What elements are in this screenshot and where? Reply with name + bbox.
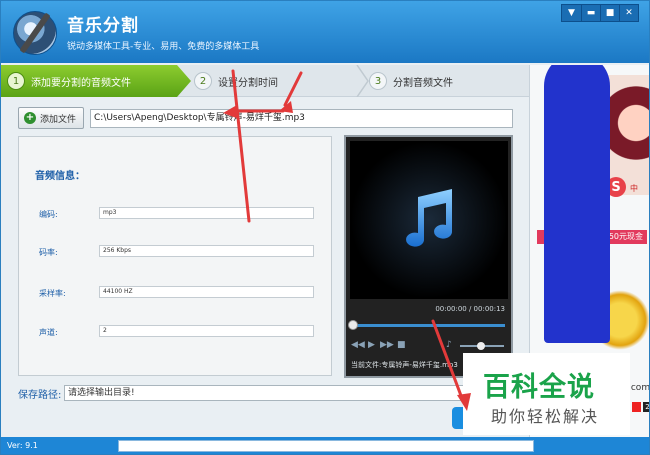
status-bar: Ver: 9.1: [1, 437, 649, 454]
app-title: 音乐分割: [67, 16, 139, 36]
step-set-time[interactable]: 2 设置分割时间: [194, 65, 364, 97]
channels-label: 声道:: [39, 328, 58, 337]
step-add-file[interactable]: 1 添加要分割的音频文件: [1, 65, 191, 97]
step-number: 1: [7, 72, 25, 90]
audio-info-panel: 音频信息： 编码: mp3 码率: 256 Kbps 采样率: 44100 HZ…: [18, 136, 332, 376]
ad-zhong-text: 中: [630, 184, 638, 193]
save-path-field[interactable]: 请选择输出目录!: [64, 385, 464, 401]
time-display: 00:00:00 / 00:00:13: [435, 305, 505, 313]
step-label: 添加要分割的音频文件: [31, 77, 131, 89]
menu-icon[interactable]: ▼: [562, 5, 581, 21]
fast-forward-icon[interactable]: ▶▶: [380, 340, 394, 350]
step-number: 3: [369, 72, 387, 90]
sample-rate-field: 44100 HZ: [99, 286, 314, 298]
status-progress: [118, 440, 534, 452]
player-screen: [350, 141, 508, 299]
add-file-label: 添加文件: [40, 114, 77, 125]
version-text: Ver: 9.1: [7, 441, 38, 450]
bitrate-label: 码率:: [39, 248, 58, 257]
watermark: 百科全说 助你轻松解决: [463, 353, 630, 435]
current-file: 当前文件:专属铃声-易烊千玺.mp3: [351, 361, 458, 369]
seek-knob[interactable]: [348, 320, 358, 330]
codec-label: 编码:: [39, 210, 58, 219]
step-label: 设置分割时间: [218, 77, 278, 89]
bitrate-field: 256 Kbps: [99, 245, 314, 257]
ad-page-number[interactable]: 2: [643, 402, 649, 412]
media-player: 00:00:00 / 00:00:13 ◀◀ ▶ ▶▶ ■ ♪ 当前文件:专属铃…: [344, 135, 513, 378]
steps-bar: 1 添加要分割的音频文件 2 设置分割时间 3 分割音频文件: [1, 65, 529, 97]
window-controls: ▼ ▬ ■ ✕: [561, 4, 639, 22]
ad-pager: 2: [632, 402, 649, 412]
stop-icon[interactable]: ■: [397, 340, 406, 350]
maximize-icon[interactable]: ■: [600, 5, 619, 21]
ad-com-text: .com: [628, 383, 650, 393]
volume-icon[interactable]: ♪: [446, 340, 452, 350]
rewind-icon[interactable]: ◀◀: [351, 340, 365, 350]
step-number: 2: [194, 72, 212, 90]
volume-knob[interactable]: [477, 342, 485, 350]
close-icon[interactable]: ✕: [619, 5, 638, 21]
save-path-label: 保存路径:: [18, 390, 62, 401]
add-file-button[interactable]: + 添加文件: [18, 107, 84, 129]
step-split[interactable]: 3 分割音频文件: [369, 65, 529, 97]
redaction-mark: [544, 65, 610, 343]
play-icon[interactable]: ▶: [368, 340, 375, 350]
watermark-subtitle: 助你轻松解决: [491, 407, 600, 426]
watermark-title: 百科全说: [483, 372, 595, 403]
plus-icon: +: [24, 112, 36, 124]
music-note-icon: [406, 189, 453, 247]
app-window: 音乐分割 锐动多媒体工具-专业、易用、免费的多媒体工具 ▼ ▬ ■ ✕ 1 添加…: [0, 0, 650, 455]
title-bar: 音乐分割 锐动多媒体工具-专业、易用、免费的多媒体工具 ▼ ▬ ■ ✕: [1, 1, 649, 63]
step-label: 分割音频文件: [393, 77, 453, 89]
sample-rate-label: 采样率:: [39, 289, 66, 298]
minimize-icon[interactable]: ▬: [581, 5, 600, 21]
ad-page-indicator[interactable]: [632, 402, 641, 412]
audio-info-heading: 音频信息：: [35, 171, 85, 182]
channels-field: 2: [99, 325, 314, 337]
file-path-field[interactable]: C:\Users\Apeng\Desktop\专属铃声-易烊千玺.mp3: [90, 109, 513, 128]
app-subtitle: 锐动多媒体工具-专业、易用、免费的多媒体工具: [67, 42, 260, 52]
seek-bar[interactable]: [351, 324, 505, 327]
codec-field: mp3: [99, 207, 314, 219]
app-logo-icon: [13, 11, 57, 55]
